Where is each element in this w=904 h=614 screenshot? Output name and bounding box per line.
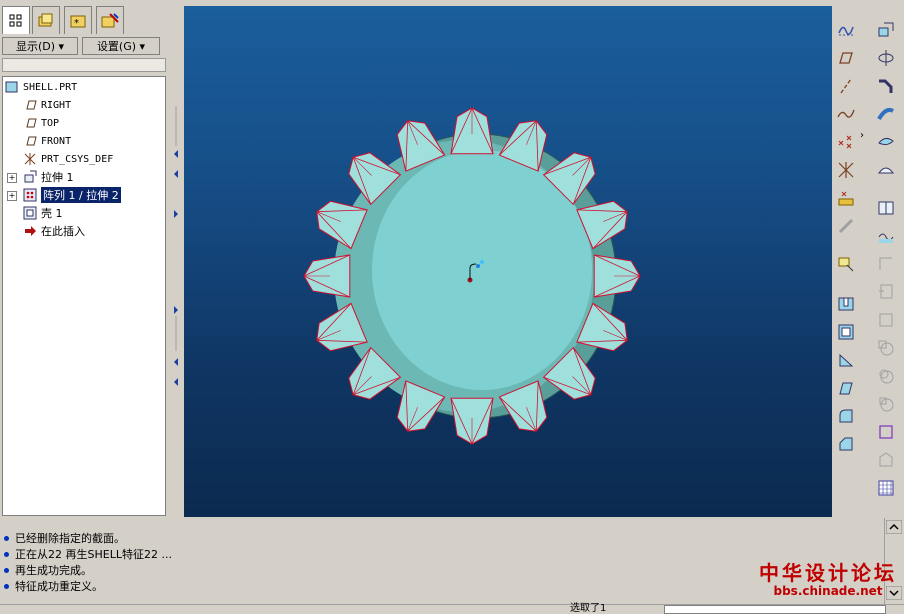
graphics-viewport[interactable] — [184, 6, 832, 517]
tree-item-label: 壳 1 — [41, 207, 63, 220]
tree-item-label: 拉伸 1 — [41, 171, 74, 184]
message-area: 已经删除指定的截面。 正在从22 再生SHELL特征22 ... 再生成功完成。… — [0, 518, 884, 606]
message-line: 已经删除指定的截面。 — [4, 530, 125, 546]
grid-icon[interactable] — [876, 478, 896, 498]
warp-icon[interactable] — [876, 226, 896, 246]
mirror-icon[interactable] — [876, 338, 896, 358]
sketch-curve-icon[interactable] — [836, 20, 856, 40]
model-tree: SHELL.PRT RIGHT TOP FRONT PRT_CSYS_DEF +… — [2, 76, 166, 516]
datum-plane-icon — [26, 100, 37, 110]
tree-item-label: PRT_CSYS_DEF — [41, 153, 114, 165]
tree-item-extrude-1[interactable]: 拉伸 1 — [23, 169, 74, 185]
folder-icon — [38, 13, 53, 26]
svg-text:*: * — [74, 18, 79, 29]
toolbar-flyout-arrow-icon[interactable]: › — [860, 130, 864, 141]
tree-item-insert-here[interactable]: 在此插入 — [23, 223, 85, 239]
tree-item-label: 阵列 1 / 拉伸 2 — [41, 187, 121, 203]
scroll-up-icon[interactable] — [886, 520, 902, 534]
bullet-icon — [4, 535, 9, 541]
message-line: 特征成功重定义。 — [4, 578, 103, 594]
bullet-icon — [4, 551, 9, 557]
pattern-icon[interactable] — [876, 310, 896, 330]
tree-item-top[interactable]: TOP — [23, 115, 59, 131]
tree-item-shell-1[interactable]: 壳 1 — [23, 205, 63, 221]
tree-item-front[interactable]: FRONT — [23, 133, 71, 149]
tree-item-root[interactable]: SHELL.PRT — [5, 79, 77, 95]
style-icon[interactable] — [876, 160, 896, 180]
expand-toggle[interactable]: + — [7, 173, 17, 183]
connections-icon — [101, 12, 119, 27]
chamfer-icon[interactable] — [836, 434, 856, 454]
tree-filter-bar[interactable] — [2, 58, 166, 72]
hole-icon[interactable] — [836, 294, 856, 314]
bullet-icon — [4, 583, 9, 589]
datum-curve-icon[interactable] — [836, 104, 856, 124]
intersect-icon[interactable] — [876, 450, 896, 470]
datum-plane-icon — [26, 118, 37, 128]
navigator-panel: * 显示(D) ▾ 设置(G) ▾ SHELL.PRT RIGHT TOP FR… — [0, 6, 170, 516]
message-line: 再生成功完成。 — [4, 562, 92, 578]
settings-menu-button[interactable]: 设置(G) ▾ — [82, 37, 160, 55]
annotation-icon[interactable] — [836, 254, 856, 274]
draft-icon[interactable] — [836, 378, 856, 398]
sash-arrows-icon — [174, 106, 178, 386]
favorites-tab[interactable]: * — [64, 6, 92, 34]
shell-icon — [23, 206, 37, 220]
favorites-icon: * — [70, 15, 86, 29]
solidify-icon[interactable] — [876, 422, 896, 442]
tree-item-csys[interactable]: PRT_CSYS_DEF — [23, 151, 113, 167]
csys-marker — [476, 264, 480, 268]
model-tree-tab[interactable] — [2, 6, 30, 34]
offset-icon[interactable] — [876, 366, 896, 386]
pattern-icon — [23, 188, 37, 202]
forum-watermark: 中华设计论坛 bbs.chinade.net — [758, 562, 898, 598]
analysis-icon[interactable] — [836, 188, 856, 208]
watermark-title: 中华设计论坛 — [759, 561, 897, 585]
csys-icon[interactable] — [836, 160, 856, 180]
message-line: 正在从22 再生SHELL特征22 ... — [4, 546, 172, 562]
datum-plane-icon — [26, 136, 37, 146]
insert-here-arrow-icon — [25, 226, 36, 236]
panel-sash[interactable] — [170, 6, 182, 516]
model-tree-icon — [9, 14, 22, 26]
blend-icon[interactable] — [876, 104, 896, 124]
datum-plane-icon[interactable] — [836, 48, 856, 68]
shell-icon[interactable] — [836, 322, 856, 342]
show-menu-button[interactable]: 显示(D) ▾ — [2, 37, 78, 55]
tree-item-label: RIGHT — [41, 99, 72, 111]
bullet-icon — [4, 567, 9, 573]
variable-section-icon[interactable] — [876, 132, 896, 152]
thicken-icon[interactable] — [876, 394, 896, 414]
part-icon — [5, 81, 18, 93]
revolve-icon[interactable] — [876, 48, 896, 68]
datum-point-icon[interactable] — [836, 132, 856, 152]
extrude-icon[interactable] — [876, 20, 896, 40]
round-icon[interactable] — [836, 406, 856, 426]
tree-item-label: FRONT — [41, 135, 72, 147]
gear-shell-model[interactable] — [184, 6, 832, 517]
tree-item-label: SHELL.PRT — [23, 81, 78, 93]
tree-item-label: TOP — [41, 117, 60, 129]
boundary-icon[interactable] — [876, 198, 896, 218]
sweep-icon[interactable] — [876, 76, 896, 96]
tree-item-right[interactable]: RIGHT — [23, 97, 71, 113]
offset-point-icon[interactable] — [836, 216, 856, 236]
trim-icon[interactable] — [876, 282, 896, 302]
tree-item-pattern-1[interactable]: 阵列 1 / 拉伸 2 — [23, 187, 121, 203]
expand-toggle[interactable]: + — [7, 191, 17, 201]
merge-icon[interactable] — [876, 254, 896, 274]
feature-toolbar — [866, 6, 904, 516]
selection-status: 选取了1 — [570, 603, 607, 614]
datum-toolbar — [832, 6, 860, 516]
layer-tree-tab[interactable] — [32, 6, 60, 34]
connections-tab[interactable] — [96, 6, 124, 34]
csys-icon — [24, 153, 36, 165]
rib-icon[interactable] — [836, 350, 856, 370]
csys-marker — [480, 260, 484, 264]
tree-item-label: 在此插入 — [41, 225, 85, 238]
watermark-url: bbs.chinade.net — [773, 584, 883, 598]
datum-axis-icon[interactable] — [836, 76, 856, 96]
extrude-icon — [24, 170, 37, 183]
selection-filter-dropdown[interactable] — [664, 605, 886, 614]
